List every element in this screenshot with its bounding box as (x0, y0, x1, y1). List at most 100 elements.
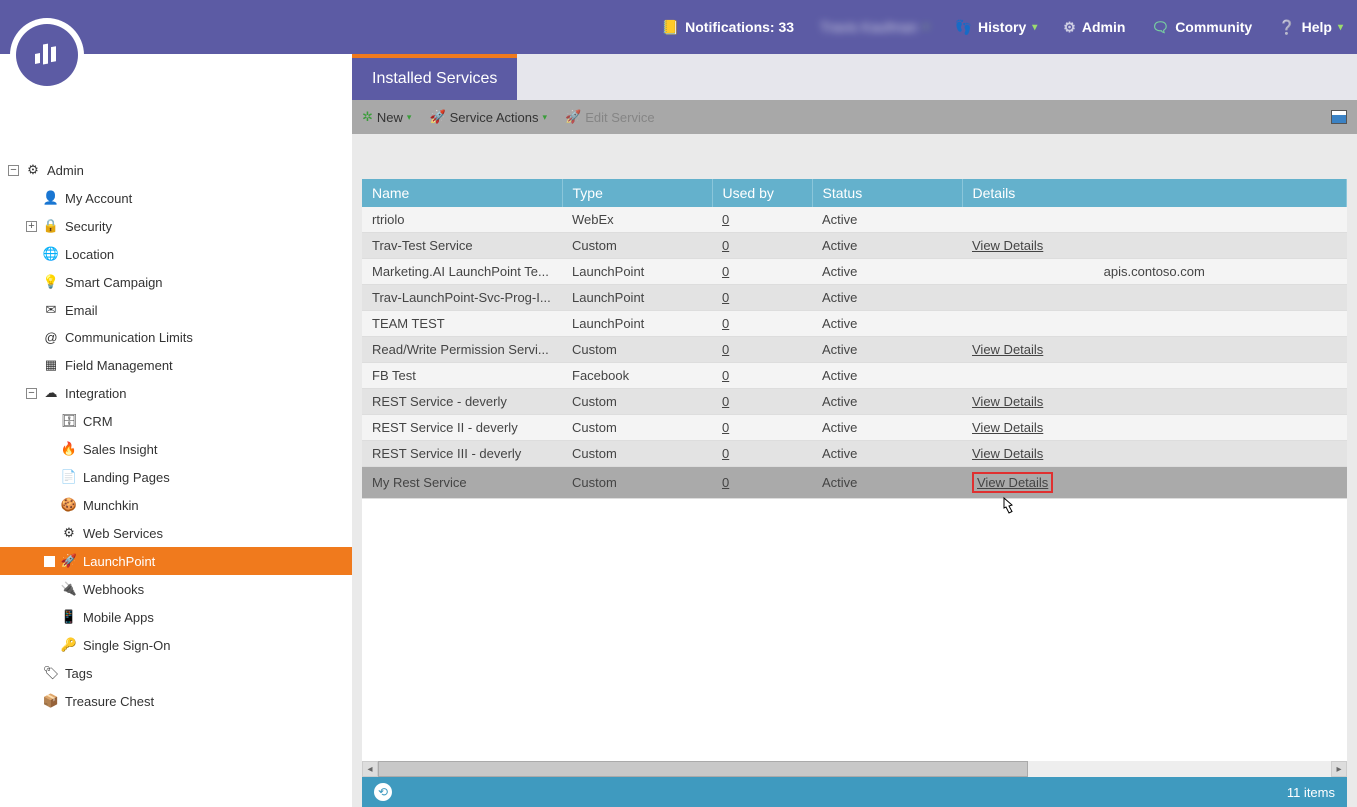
tree-webhooks[interactable]: 🔌Webhooks (0, 575, 352, 603)
cell-used-by: 0 (712, 259, 812, 285)
cell-used-by: 0 (712, 415, 812, 441)
used-by-link[interactable]: 0 (722, 475, 729, 490)
table-row[interactable]: Marketing.AI LaunchPoint Te...LaunchPoin… (362, 259, 1347, 285)
used-by-link[interactable]: 0 (722, 342, 729, 357)
view-details-link[interactable]: View Details (977, 475, 1048, 490)
view-details-link[interactable]: View Details (972, 238, 1043, 253)
used-by-link[interactable]: 0 (722, 420, 729, 435)
chest-icon: 📦 (43, 693, 59, 709)
book-icon: 📒 (662, 19, 679, 36)
used-by-link[interactable]: 0 (722, 290, 729, 305)
table-row[interactable]: TEAM TESTLaunchPoint0Active (362, 311, 1347, 337)
used-by-link[interactable]: 0 (722, 212, 729, 227)
scrollbar-thumb[interactable] (378, 761, 1028, 777)
tab-installed-services[interactable]: Installed Services (352, 54, 517, 100)
tabs: Installed Services (352, 54, 1357, 100)
col-status[interactable]: Status (812, 179, 962, 207)
edit-service-button[interactable]: 🚀 Edit Service (565, 109, 655, 125)
admin-link[interactable]: ⚙ Admin (1063, 19, 1125, 36)
community-label: Community (1175, 19, 1252, 35)
table-row[interactable]: REST Service III - deverlyCustom0ActiveV… (362, 441, 1347, 467)
scrollbar-track[interactable] (378, 761, 1331, 777)
cell-type: Facebook (562, 363, 712, 389)
tree-security[interactable]: +🔒Security (0, 212, 352, 240)
col-name[interactable]: Name (362, 179, 562, 207)
rocket-icon: 🚀 (61, 553, 77, 569)
cell-type: LaunchPoint (562, 285, 712, 311)
cookie-icon: 🍪 (61, 497, 77, 513)
tree-launchpoint[interactable]: 🚀LaunchPoint (0, 547, 352, 575)
cell-status: Active (812, 285, 962, 311)
new-icon: ✲ (362, 109, 373, 125)
table-row[interactable]: rtrioloWebEx0Active (362, 207, 1347, 233)
tree-admin[interactable]: −⚙Admin (0, 156, 352, 184)
tree-my-account[interactable]: 👤My Account (0, 184, 352, 212)
refresh-button[interactable]: ⟲ (374, 783, 392, 801)
table-row[interactable]: FB TestFacebook0Active (362, 363, 1347, 389)
used-by-link[interactable]: 0 (722, 238, 729, 253)
table-row[interactable]: Read/Write Permission Servi...Custom0Act… (362, 337, 1347, 363)
view-details-link[interactable]: View Details (972, 394, 1043, 409)
col-details[interactable]: Details (962, 179, 1347, 207)
mail-icon: ✉ (43, 302, 59, 318)
table-row[interactable]: Trav-Test ServiceCustom0ActiveView Detai… (362, 233, 1347, 259)
cell-used-by: 0 (712, 363, 812, 389)
horizontal-scrollbar[interactable]: ◂ ▸ (362, 761, 1347, 777)
cursor-pointer-icon (998, 496, 1016, 523)
tree-munchkin[interactable]: 🍪Munchkin (0, 491, 352, 519)
user-menu[interactable]: Travis Kaufman ▾ (820, 19, 929, 35)
toolbar: ✲ New ▾ 🚀 Service Actions ▾ 🚀 Edit Servi… (352, 100, 1357, 134)
cell-name: REST Service - deverly (362, 389, 562, 415)
table-row[interactable]: My Rest ServiceCustom0ActiveView Details (362, 467, 1347, 499)
table-row[interactable]: Trav-LaunchPoint-Svc-Prog-I...LaunchPoin… (362, 285, 1347, 311)
tree-location[interactable]: 🌐Location (0, 240, 352, 268)
used-by-link[interactable]: 0 (722, 264, 729, 279)
tree-integration[interactable]: −☁Integration (0, 379, 352, 407)
scroll-right-icon[interactable]: ▸ (1331, 761, 1347, 777)
cell-type: Custom (562, 337, 712, 363)
logo[interactable] (10, 18, 84, 92)
tree-landing-pages[interactable]: 📄Landing Pages (0, 463, 352, 491)
tree-mobile-apps[interactable]: 📱Mobile Apps (0, 603, 352, 631)
table-row[interactable]: REST Service - deverlyCustom0ActiveView … (362, 389, 1347, 415)
tree-tags[interactable]: 🏷Tags (0, 659, 352, 687)
notifications-link[interactable]: 📒 Notifications: 33 (662, 19, 794, 36)
tree-field-management[interactable]: ▦Field Management (0, 351, 352, 379)
scroll-left-icon[interactable]: ◂ (362, 761, 378, 777)
view-details-link[interactable]: View Details (972, 342, 1043, 357)
used-by-link[interactable]: 0 (722, 368, 729, 383)
tree-communication-limits[interactable]: @Communication Limits (0, 324, 352, 351)
community-link[interactable]: 🗨 Community (1151, 19, 1252, 36)
tree-crm[interactable]: 🗄CRM (0, 407, 352, 435)
cell-used-by: 0 (712, 337, 812, 363)
service-actions-button[interactable]: 🚀 Service Actions ▾ (429, 109, 547, 125)
tree-smart-campaign[interactable]: 💡Smart Campaign (0, 268, 352, 296)
cell-status: Active (812, 363, 962, 389)
cell-status: Active (812, 259, 962, 285)
tree-single-sign-on[interactable]: 🔑Single Sign-On (0, 631, 352, 659)
new-button[interactable]: ✲ New ▾ (362, 109, 411, 125)
tree-email[interactable]: ✉Email (0, 296, 352, 324)
chevron-down-icon: ▾ (407, 112, 412, 123)
help-menu[interactable]: ❔ Help ▾ (1278, 19, 1343, 36)
cell-details: View Details (962, 233, 1347, 259)
col-type[interactable]: Type (562, 179, 712, 207)
page-icon: 📄 (61, 469, 77, 485)
cell-name: REST Service III - deverly (362, 441, 562, 467)
cell-used-by: 0 (712, 233, 812, 259)
window-toggle-button[interactable] (1331, 110, 1347, 124)
used-by-link[interactable]: 0 (722, 316, 729, 331)
cell-status: Active (812, 233, 962, 259)
history-menu[interactable]: 👣 History ▾ (955, 19, 1038, 36)
tree-treasure-chest[interactable]: 📦Treasure Chest (0, 687, 352, 715)
used-by-link[interactable]: 0 (722, 394, 729, 409)
col-used-by[interactable]: Used by (712, 179, 812, 207)
view-details-link[interactable]: View Details (972, 420, 1043, 435)
tree-sales-insight[interactable]: 🔥Sales Insight (0, 435, 352, 463)
table-row[interactable]: REST Service II - deverlyCustom0ActiveVi… (362, 415, 1347, 441)
cell-details: View Details (962, 441, 1347, 467)
view-details-link[interactable]: View Details (972, 446, 1043, 461)
tree-web-services[interactable]: ⚙Web Services (0, 519, 352, 547)
logo-wrap (14, 0, 354, 64)
used-by-link[interactable]: 0 (722, 446, 729, 461)
